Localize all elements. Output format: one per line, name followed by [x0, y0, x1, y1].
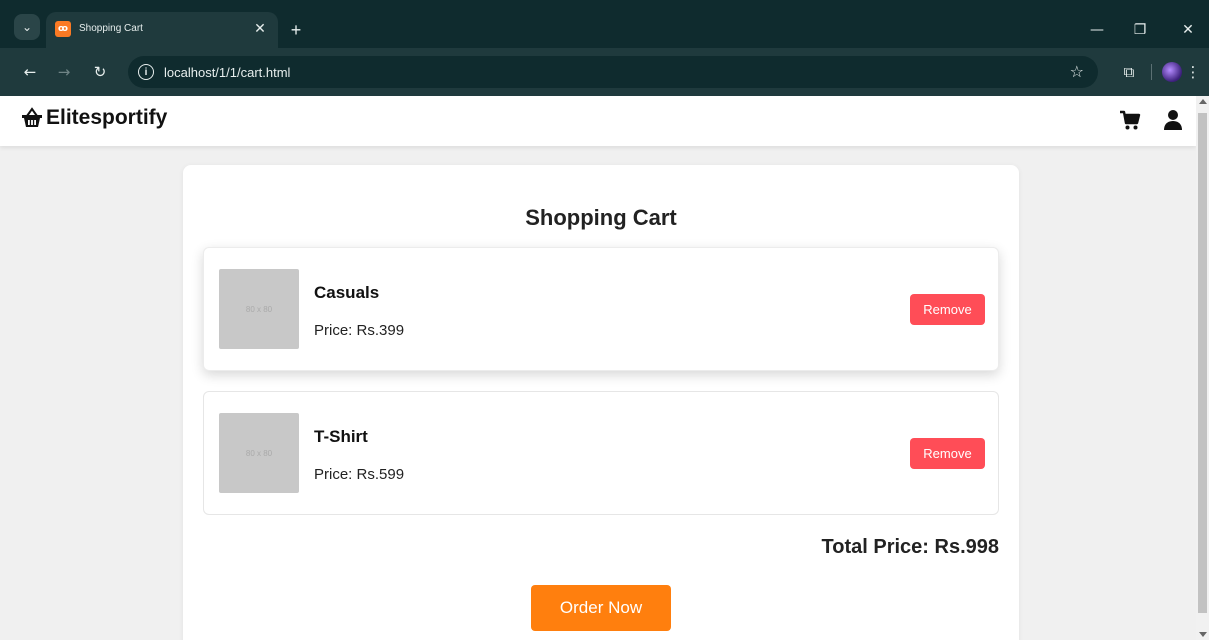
address-bar[interactable]: i localhost/1/1/cart.html ☆ — [128, 56, 1098, 88]
more-vertical-icon: ⋮ — [1185, 63, 1201, 81]
order-now-button[interactable]: Order Now — [531, 585, 671, 631]
tab-search-button[interactable]: ⌄ — [14, 14, 40, 40]
site-logo[interactable]: Elitesportify — [20, 106, 167, 130]
minimize-icon: — — [1090, 22, 1104, 38]
reload-icon: ↻ — [93, 63, 107, 81]
restore-icon: ❐ — [1133, 22, 1147, 38]
menu-button[interactable]: ⋮ — [1184, 61, 1202, 83]
new-tab-button[interactable]: + — [284, 18, 308, 42]
arrow-right-icon: → — [57, 63, 71, 81]
toolbar-divider — [1151, 64, 1152, 80]
close-window-button[interactable]: ✕ — [1174, 16, 1202, 44]
user-icon[interactable] — [1161, 108, 1185, 132]
puzzle-icon: ⧉ — [1123, 63, 1135, 81]
forward-button[interactable]: → — [52, 60, 76, 84]
item-price: Price: Rs.599 — [314, 466, 405, 483]
scroll-up-arrow-icon[interactable] — [1199, 99, 1207, 104]
back-button[interactable]: ← — [18, 60, 42, 84]
close-icon: ✕ — [1182, 22, 1194, 38]
browser-chrome: ⌄ ꝏ Shopping Cart ✕ + — ❐ ✕ ← → ↻ i loca… — [0, 0, 1209, 96]
scrollbar-thumb[interactable] — [1198, 113, 1207, 613]
cart-icon[interactable] — [1118, 108, 1142, 132]
remove-button[interactable]: Remove — [910, 438, 985, 469]
product-image-placeholder: 80 x 80 — [219, 269, 299, 349]
cart-container: Shopping Cart 80 x 80 Casuals Price: Rs.… — [183, 165, 1019, 640]
item-name: T-Shirt — [314, 427, 368, 446]
tab-title: Shopping Cart — [79, 23, 143, 34]
url-text[interactable]: localhost/1/1/cart.html — [164, 65, 290, 80]
minimize-button[interactable]: — — [1083, 16, 1111, 44]
extensions-button[interactable]: ⧉ — [1118, 61, 1140, 83]
tab-bar: ⌄ ꝏ Shopping Cart ✕ + — ❐ ✕ — [0, 8, 1209, 48]
cart-item: 80 x 80 Casuals Price: Rs.399 Remove — [203, 247, 999, 371]
restore-button[interactable]: ❐ — [1126, 16, 1154, 44]
total-price: Total Price: Rs.998 — [821, 536, 999, 558]
scroll-down-arrow-icon[interactable] — [1199, 632, 1207, 637]
cart-title: Shopping Cart — [525, 205, 677, 230]
remove-button[interactable]: Remove — [910, 294, 985, 325]
logo-text: Elitesportify — [46, 106, 168, 129]
cart-item: 80 x 80 T-Shirt Price: Rs.599 Remove — [203, 391, 999, 515]
item-name: Casuals — [314, 283, 380, 302]
xampp-icon: ꝏ — [55, 21, 71, 37]
browser-toolbar: ← → ↻ i localhost/1/1/cart.html ☆ ⧉ ⋮ — [0, 48, 1209, 96]
page-viewport: Elitesportify Shopping Cart 80 x 80 Casu… — [0, 96, 1196, 640]
shopping-basket-icon — [22, 107, 42, 127]
chevron-down-icon: ⌄ — [21, 20, 33, 34]
product-image-placeholder: 80 x 80 — [219, 413, 299, 493]
profile-avatar[interactable] — [1162, 62, 1182, 82]
reload-button[interactable]: ↻ — [88, 60, 112, 84]
plus-icon: + — [290, 19, 302, 40]
tab-shopping-cart[interactable]: ꝏ Shopping Cart ✕ — [46, 12, 278, 48]
info-icon[interactable]: i — [138, 64, 154, 80]
arrow-left-icon: ← — [23, 63, 37, 81]
star-icon[interactable]: ☆ — [1070, 62, 1084, 81]
close-icon[interactable]: ✕ — [250, 18, 270, 38]
site-header: Elitesportify — [0, 96, 1196, 146]
item-price: Price: Rs.399 — [314, 322, 405, 339]
page-scrollbar[interactable] — [1196, 96, 1209, 640]
